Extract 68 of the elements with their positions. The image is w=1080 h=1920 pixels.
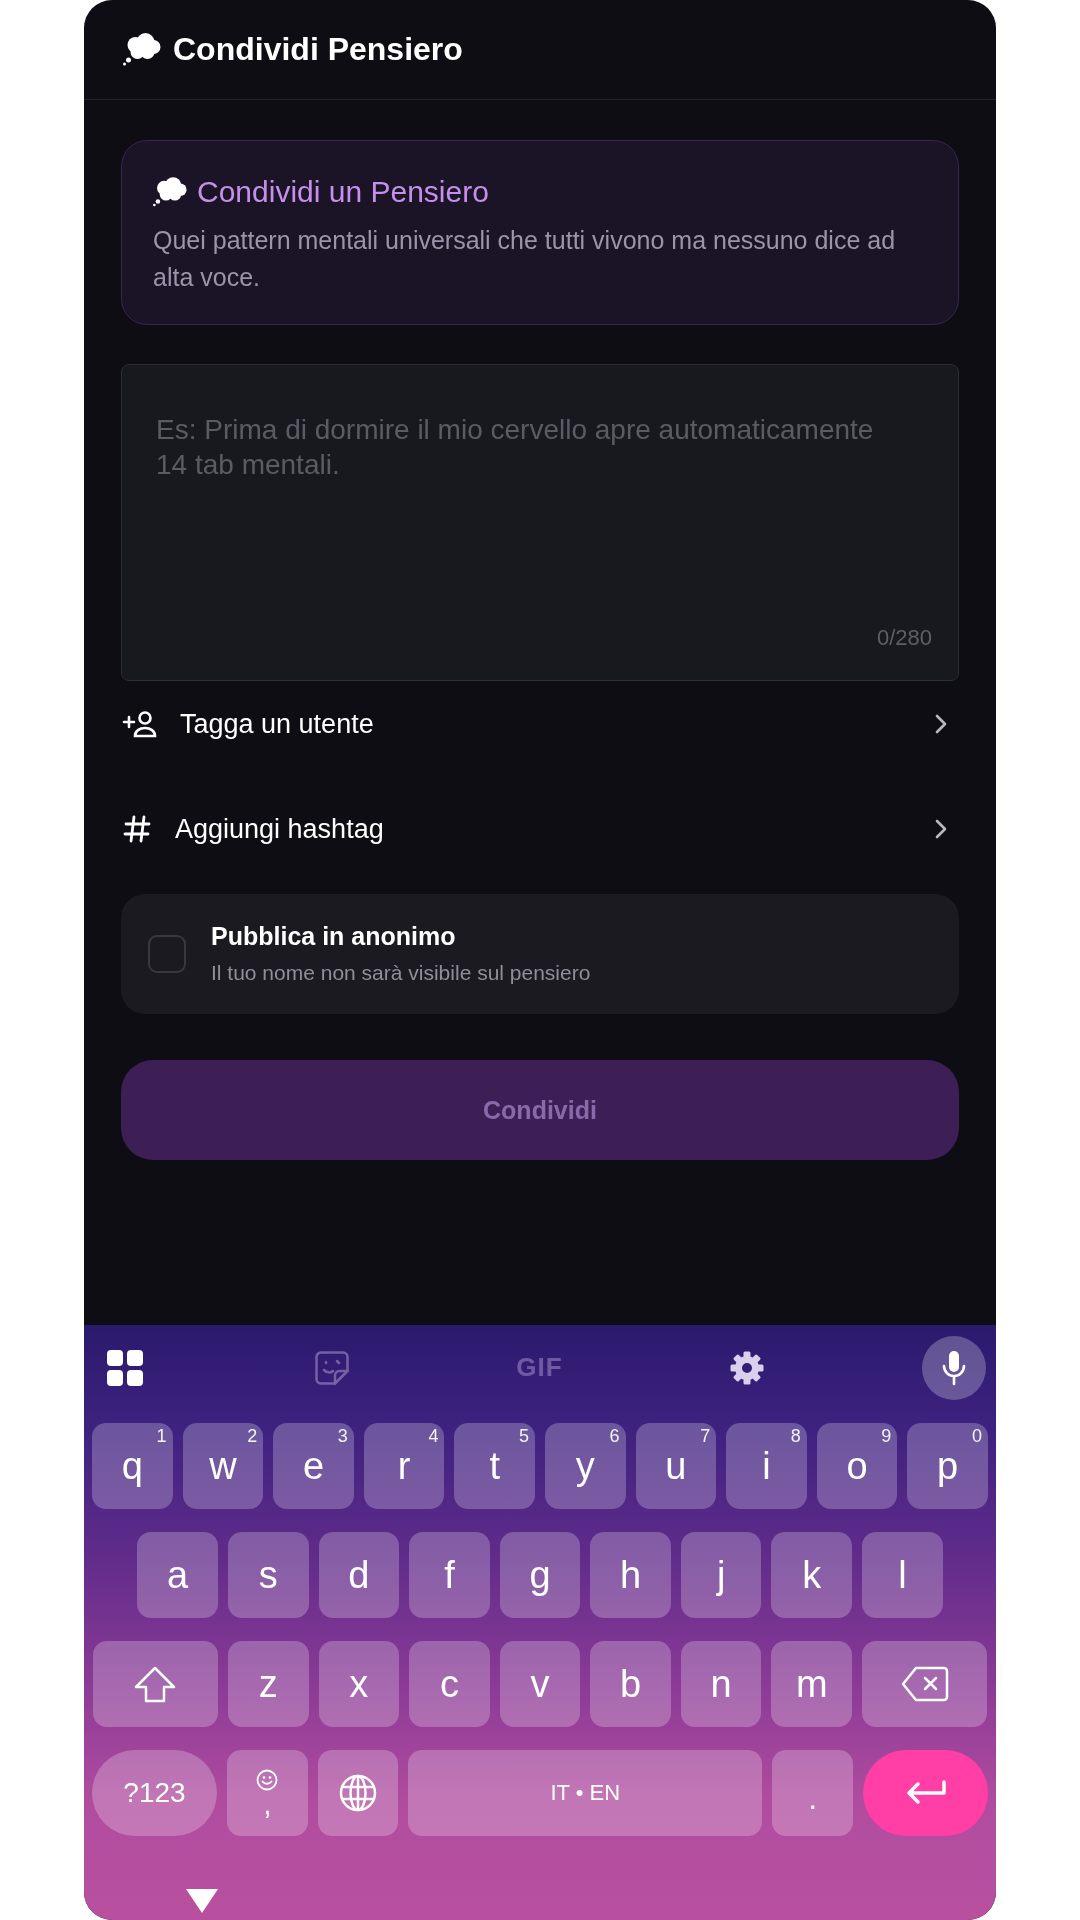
keyboard-key[interactable]: x	[318, 1641, 400, 1727]
smiley-icon	[256, 1769, 279, 1791]
keyboard-key[interactable]: n	[680, 1641, 762, 1727]
keyboard-key[interactable]: p 0	[907, 1423, 988, 1509]
option-row[interactable]: Aggiungi hashtag	[121, 786, 959, 872]
comma-key[interactable]: ,	[227, 1750, 308, 1836]
option-subtitle: Il tuo nome non sarà visibile sul pensiero	[211, 960, 591, 986]
keyboard-key[interactable]: t 5	[454, 1423, 535, 1509]
chevron-right-icon	[935, 819, 947, 839]
symbols-key[interactable]: ?123	[92, 1750, 217, 1836]
screen-title: Condividi Pensiero	[173, 31, 463, 68]
keyboard-key[interactable]: l	[862, 1532, 943, 1618]
keyboard-key[interactable]: q 1	[92, 1423, 173, 1509]
number-hint: 2	[247, 1426, 258, 1446]
number-hint: 0	[971, 1426, 982, 1446]
keyboard-key[interactable]: y 6	[545, 1423, 626, 1509]
keyboard-key[interactable]: d	[318, 1532, 400, 1618]
keyboard-key[interactable]: v	[499, 1641, 581, 1727]
down-triangle-icon[interactable]	[186, 1889, 218, 1913]
keyboard-key[interactable]: j	[680, 1532, 762, 1618]
hashtag-icon	[122, 814, 152, 844]
number-hint: 9	[881, 1426, 892, 1446]
card-title: Condividi un Pensiero	[197, 174, 489, 210]
keyboard-key[interactable]: m	[771, 1641, 853, 1727]
keyboard-key[interactable]: g	[499, 1532, 581, 1618]
option-label: Aggiungi hashtag	[175, 813, 385, 845]
grid-icon[interactable]	[107, 1349, 143, 1386]
number-hint: 7	[700, 1426, 711, 1446]
number-hint: 3	[337, 1426, 348, 1446]
number-hint: 4	[428, 1426, 439, 1446]
option-row[interactable]: Tagga un utente	[121, 681, 959, 767]
backspace-key[interactable]	[862, 1641, 988, 1727]
language-key[interactable]	[317, 1750, 399, 1836]
add-person-icon	[122, 710, 157, 738]
shift-arrow-icon	[134, 1665, 177, 1703]
thought-bubble-icon	[123, 33, 161, 66]
thought-bubble-icon	[153, 177, 187, 207]
keyboard-key[interactable]: c	[409, 1641, 490, 1727]
keyboard-key[interactable]: z	[227, 1641, 309, 1727]
microphone-icon[interactable]	[922, 1335, 986, 1400]
keyboard-key[interactable]: k	[771, 1532, 853, 1618]
period-key[interactable]: .	[772, 1750, 853, 1836]
option-title: Pubblica in anonimo	[211, 921, 457, 951]
backspace-icon	[900, 1665, 949, 1703]
keyboard-key[interactable]: e 3	[273, 1423, 354, 1509]
number-hint: 8	[790, 1426, 801, 1446]
keyboard-key[interactable]: s	[227, 1532, 309, 1618]
keyboard-key[interactable]: u 7	[635, 1423, 717, 1509]
character-counter: 0/280	[876, 625, 932, 651]
number-hint: 5	[519, 1426, 529, 1446]
settings-icon[interactable]	[728, 1349, 765, 1386]
globe-icon	[338, 1774, 377, 1812]
keyboard-key[interactable]: i 8	[726, 1423, 807, 1509]
keyboard-key[interactable]: f	[409, 1532, 490, 1618]
shift-key[interactable]	[92, 1641, 218, 1727]
option-label: Tagga un utente	[180, 708, 375, 740]
chevron-right-icon	[935, 714, 947, 734]
keyboard-key[interactable]: b	[590, 1641, 671, 1727]
keyboard-key[interactable]: a	[137, 1532, 218, 1618]
number-hint: 6	[609, 1426, 620, 1446]
space-bar[interactable]: IT • EN	[408, 1750, 763, 1836]
keyboard-key[interactable]: h	[590, 1532, 671, 1618]
card-description: Quei pattern mentali universali che tutti vivono ma nessuno dice ad alta voce.	[153, 225, 897, 293]
keyboard-key[interactable]: r 4	[363, 1423, 445, 1509]
anonymous-checkbox[interactable]	[148, 935, 186, 973]
keyboard-key[interactable]: w 2	[182, 1423, 264, 1509]
keyboard-key[interactable]: o 9	[816, 1423, 898, 1509]
number-hint: 1	[156, 1426, 167, 1446]
